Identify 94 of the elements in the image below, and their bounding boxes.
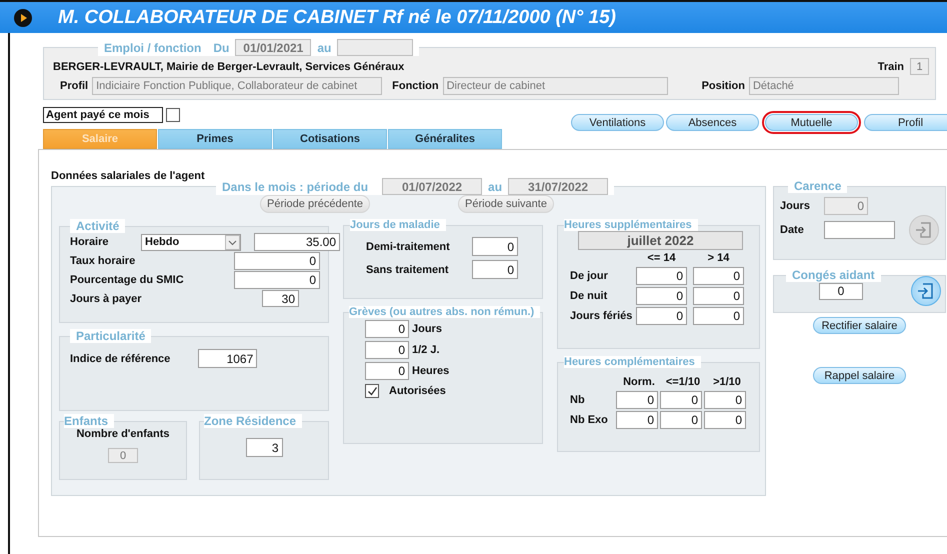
checkbox-label: Autorisées [389,385,446,397]
column-header: >1/10 [712,376,742,388]
input-field[interactable]: 0 [616,391,658,409]
input-field[interactable]: 0 [636,287,687,305]
legend-title: Activité [76,219,120,233]
legend-title: Carence [794,179,842,193]
field-label: Nb Exo [570,414,609,426]
legend-title: Heures supplémentaires [564,219,692,231]
input-field[interactable]: 0 [636,267,687,285]
date-field[interactable]: 01/07/2022 [382,178,482,195]
input-field[interactable]: 0 [472,237,518,256]
input-field[interactable]: 0 [704,391,746,409]
tab[interactable]: Cotisations [273,128,387,148]
input-field[interactable]: 0 [234,271,320,289]
input-field[interactable]: Détaché [748,77,899,95]
month-field: juillet 2022 [578,231,743,250]
field-label: Jours fériés [570,310,630,322]
field-label: 1/2 J. [412,344,440,356]
tab[interactable]: Primes [158,128,272,148]
action-button[interactable]: Mutuelle [765,114,858,131]
input-field[interactable]: 0 [234,252,320,270]
input-field[interactable]: 0 [108,448,138,463]
field-label: Horaire [70,236,110,248]
legend-title: Heures complémentaires [564,356,695,368]
input-field[interactable]: 0 [660,391,702,409]
input-field[interactable]: Directeur de cabinet [442,77,668,95]
input-field[interactable]: 0 [365,362,409,380]
input-field[interactable]: 30 [262,290,299,307]
field-label: Pourcentage du SMIC [70,274,184,286]
legend-title: Enfants [64,414,108,428]
date-field[interactable]: 31/07/2022 [508,178,608,195]
legend-title: Zone Résidence [204,414,296,428]
input-field[interactable]: 0 [365,320,409,338]
column-header: <= 14 [646,252,677,264]
legend-title: Grèves (ou autres abs. non rémun.) [349,306,534,318]
field-label: Nb [570,394,586,406]
input-field[interactable]: 0 [472,260,518,279]
input-field[interactable]: 0 [819,282,863,300]
column-header: > 14 [706,252,730,264]
action-button[interactable]: Profil [864,114,947,131]
field-label: Du [213,40,230,54]
field-label: Jours à payer [70,292,142,304]
column-header: <=1/10 [664,376,702,388]
field-label: De nuit [570,290,608,302]
input-field[interactable]: 0 [824,197,868,215]
input-field[interactable]: 0 [660,411,702,429]
field-label: Demi-traitement [366,240,451,252]
field-label: Jours [412,323,442,335]
field-label: Position [702,80,745,92]
select-value: Hebdo [145,236,180,248]
legend-title: Jours de maladie [350,219,440,231]
input-field[interactable]: 0 [365,341,409,359]
select-field[interactable]: Hebdo [141,234,241,250]
action-button[interactable]: Ventilations [571,114,664,131]
input-field[interactable]: 3 [246,438,282,457]
legend-title: Particularité [76,329,146,343]
field-label: Heures [412,365,450,377]
input-field[interactable]: 0 [693,307,744,325]
field-label: Profil [60,80,88,92]
legend-title: Emploi / fonction [104,40,202,54]
input-field[interactable]: 0 [704,411,746,429]
legend-title: Dans le mois : période du [222,180,368,194]
window-title: M. COLLABORATEUR DE CABINET Rf né le 07/11/2000 (N° 15) [58,6,616,28]
field-label: Nombre d'enfants [76,428,170,440]
input-field[interactable]: Indiciaire Fonction Publique, Collaborateur de cabinet [92,77,382,95]
field-label: De jour [570,270,609,282]
column-header: Norm. [622,376,656,388]
period-button[interactable]: Période suivante [458,195,554,213]
field-label: au [317,40,332,54]
field-label: Fonction [392,80,439,92]
checkbox-label: Agent payé ce mois [43,107,163,123]
action-button[interactable]: Absences [666,114,759,131]
field-label: Train [878,60,904,72]
input-field[interactable]: 0 [693,287,744,305]
field-label: Indice de référence [70,352,170,364]
input-field[interactable]: 1 [910,58,929,75]
field-label: Date [780,224,805,236]
input-field[interactable]: 1067 [198,349,258,368]
input-field[interactable]: 0 [693,267,744,285]
legend-title: Congés aidant [792,268,875,282]
period-button[interactable]: Période précédente [260,195,370,213]
action-button[interactable]: Rappel salaire [813,367,906,384]
section-title: Données salariales de l'agent [51,170,206,184]
date-field[interactable]: 01/01/2021 [235,39,312,56]
input-field[interactable]: 35.00 [254,233,340,251]
field-label: au [488,180,502,194]
field-label: Jours [780,200,811,212]
field-label: Taux horaire [70,255,136,267]
input-field[interactable]: 0 [616,411,658,429]
employer-text: BERGER-LEVRAULT, Mairie de Berger-Levrault, Services Généraux [53,60,404,72]
input-field[interactable]: 0 [636,307,687,325]
tab[interactable]: Généralites [388,128,502,148]
action-button[interactable]: Rectifier salaire [813,317,906,334]
field-label: Sans traitement [366,264,450,276]
